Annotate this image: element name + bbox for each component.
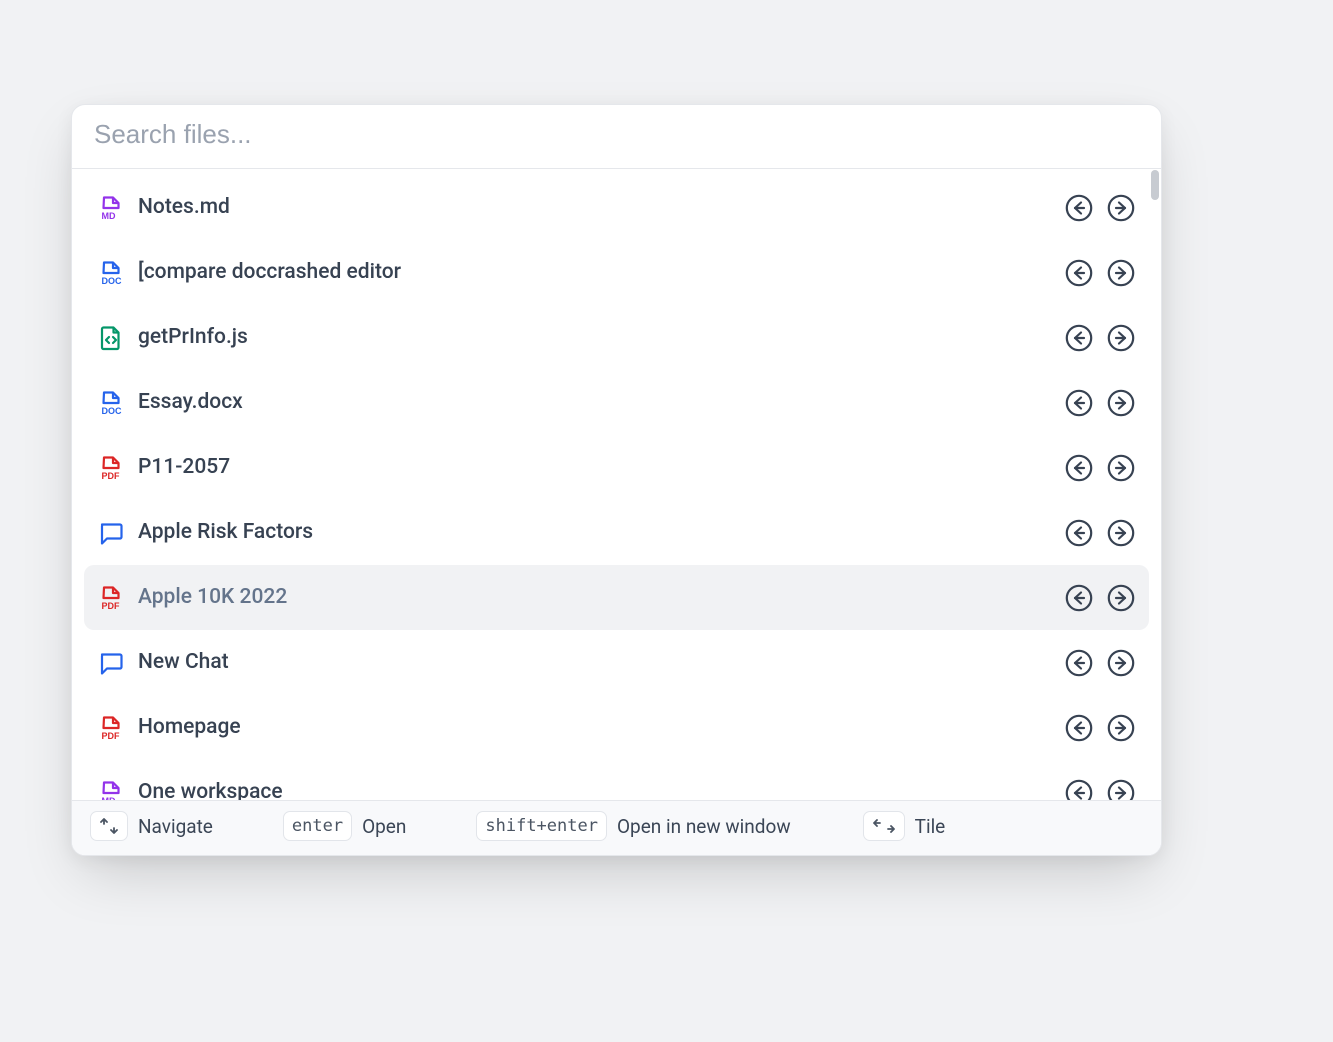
tile-left-button[interactable] [1065, 259, 1093, 287]
hint-label: Open [362, 815, 406, 838]
file-label: One workspace [138, 780, 1065, 800]
scrollbar[interactable] [1151, 170, 1159, 200]
markdown-file-icon: MD [98, 780, 138, 801]
tile-right-button[interactable] [1107, 194, 1135, 222]
svg-text:PDF: PDF [102, 601, 121, 611]
doc-file-icon: DOC [98, 390, 138, 416]
hint-label: Navigate [138, 815, 213, 838]
row-actions [1065, 324, 1135, 352]
doc-file-icon: DOC [98, 260, 138, 286]
tile-left-button[interactable] [1065, 779, 1093, 801]
footer-hints: Navigate enter Open shift+enter Open in new … [72, 800, 1161, 855]
file-label: Essay.docx [138, 390, 1065, 415]
file-label: [compare doccrashed editor [138, 260, 1065, 285]
tile-right-button[interactable] [1107, 714, 1135, 742]
svg-text:PDF: PDF [102, 471, 121, 481]
row-actions [1065, 194, 1135, 222]
file-label: Homepage [138, 715, 1065, 740]
pdf-file-icon: PDF [98, 455, 138, 481]
tile-right-button[interactable] [1107, 259, 1135, 287]
file-label: P11-2057 [138, 455, 1065, 480]
row-actions [1065, 779, 1135, 801]
code-file-icon [98, 325, 138, 351]
tile-right-button[interactable] [1107, 454, 1135, 482]
search-input[interactable] [94, 119, 1139, 150]
tile-right-button[interactable] [1107, 779, 1135, 801]
svg-text:MD: MD [102, 796, 116, 801]
file-row[interactable]: PDF P11-2057 [84, 435, 1149, 500]
file-row[interactable]: PDF Homepage [84, 695, 1149, 760]
tile-right-button[interactable] [1107, 519, 1135, 547]
file-row[interactable]: MD One workspace [84, 760, 1149, 800]
tile-left-button[interactable] [1065, 194, 1093, 222]
row-actions [1065, 389, 1135, 417]
chat-icon [98, 650, 138, 676]
search-wrap [72, 105, 1161, 168]
file-label: getPrInfo.js [138, 325, 1065, 350]
keyboard-hint: Navigate [90, 811, 213, 841]
tile-left-button[interactable] [1065, 649, 1093, 677]
tile-left-button[interactable] [1065, 584, 1093, 612]
tile-right-button[interactable] [1107, 324, 1135, 352]
svg-text:MD: MD [102, 211, 116, 221]
row-actions [1065, 259, 1135, 287]
file-label: New Chat [138, 650, 1065, 675]
command-palette: MD Notes.md DOC [compare doccrashed editor g… [71, 104, 1162, 856]
chat-icon [98, 520, 138, 546]
tile-left-button[interactable] [1065, 454, 1093, 482]
hint-label: Tile [915, 815, 946, 838]
pdf-file-icon: PDF [98, 715, 138, 741]
row-actions [1065, 454, 1135, 482]
file-row[interactable]: DOC [compare doccrashed editor [84, 240, 1149, 305]
tile-right-button[interactable] [1107, 584, 1135, 612]
kbd-key: shift+enter [476, 811, 607, 841]
file-label: Apple Risk Factors [138, 520, 1065, 545]
file-row[interactable]: DOC Essay.docx [84, 370, 1149, 435]
row-actions [1065, 584, 1135, 612]
svg-text:DOC: DOC [102, 276, 123, 286]
markdown-file-icon: MD [98, 195, 138, 221]
svg-text:DOC: DOC [102, 406, 123, 416]
tile-right-button[interactable] [1107, 649, 1135, 677]
file-row[interactable]: Apple Risk Factors [84, 500, 1149, 565]
row-actions [1065, 649, 1135, 677]
tile-left-button[interactable] [1065, 714, 1093, 742]
svg-text:PDF: PDF [102, 731, 121, 741]
hint-label: Open in new window [617, 815, 791, 838]
pdf-file-icon: PDF [98, 585, 138, 611]
file-label: Apple 10K 2022 [138, 585, 1065, 610]
file-row[interactable]: MD Notes.md [84, 175, 1149, 240]
tile-left-button[interactable] [1065, 519, 1093, 547]
file-label: Notes.md [138, 195, 1065, 220]
kbd-key [90, 811, 128, 841]
keyboard-hint: Tile [863, 811, 946, 841]
keyboard-hint: shift+enter Open in new window [476, 811, 790, 841]
row-actions [1065, 519, 1135, 547]
file-row[interactable]: PDF Apple 10K 2022 [84, 565, 1149, 630]
keyboard-hint: enter Open [283, 811, 407, 841]
tile-right-button[interactable] [1107, 389, 1135, 417]
tile-left-button[interactable] [1065, 324, 1093, 352]
file-row[interactable]: New Chat [84, 630, 1149, 695]
kbd-key [863, 811, 905, 841]
tile-left-button[interactable] [1065, 389, 1093, 417]
kbd-key: enter [283, 811, 352, 841]
file-row[interactable]: getPrInfo.js [84, 305, 1149, 370]
results-list: MD Notes.md DOC [compare doccrashed editor g… [72, 169, 1161, 800]
row-actions [1065, 714, 1135, 742]
